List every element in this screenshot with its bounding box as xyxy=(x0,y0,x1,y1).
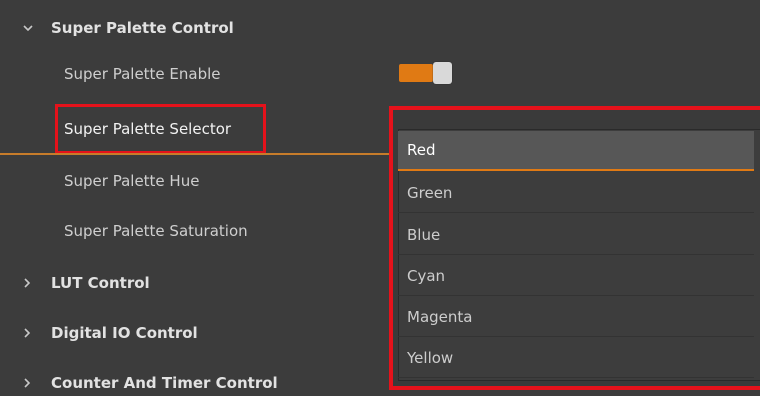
group-label-counter-and-timer-control: Counter And Timer Control xyxy=(51,374,278,392)
group-label-super-palette-control: Super Palette Control xyxy=(51,19,234,37)
chevron-right-icon[interactable] xyxy=(22,277,36,289)
label-super-palette-hue: Super Palette Hue xyxy=(64,172,200,190)
chevron-down-icon[interactable] xyxy=(22,23,36,33)
group-label-lut-control: LUT Control xyxy=(51,274,150,292)
dropdown-option-green[interactable]: Green xyxy=(398,173,754,213)
option-label: Yellow xyxy=(407,348,454,367)
row-super-palette-enable: Super Palette Enable xyxy=(0,53,760,95)
dropdown-option-red[interactable]: Red xyxy=(398,131,754,171)
super-palette-enable-toggle[interactable] xyxy=(399,62,453,84)
option-label: Magenta xyxy=(407,307,473,326)
dropdown-option-cyan[interactable]: Cyan xyxy=(398,256,754,296)
option-label: Red xyxy=(407,141,436,159)
dropdown-option-magenta[interactable]: Magenta xyxy=(398,297,754,337)
group-super-palette-control[interactable]: Super Palette Control xyxy=(0,7,760,49)
label-super-palette-enable: Super Palette Enable xyxy=(64,65,221,83)
group-label-digital-io-control: Digital IO Control xyxy=(51,324,198,342)
selector-highlight-box xyxy=(55,104,266,154)
toggle-knob xyxy=(433,62,452,84)
toggle-track xyxy=(399,64,433,82)
dropdown-option-yellow[interactable]: Yellow xyxy=(398,338,754,378)
option-label: Cyan xyxy=(407,266,446,285)
option-label: Green xyxy=(407,183,453,202)
dropdown-option-blue[interactable]: Blue xyxy=(398,215,754,255)
selector-underline xyxy=(0,153,396,155)
chevron-right-icon[interactable] xyxy=(22,327,36,339)
feature-tree-panel: Super Palette Control Super Palette Enab… xyxy=(0,0,760,396)
chevron-right-icon[interactable] xyxy=(22,377,36,389)
option-label: Blue xyxy=(407,225,441,244)
label-super-palette-saturation: Super Palette Saturation xyxy=(64,222,248,240)
